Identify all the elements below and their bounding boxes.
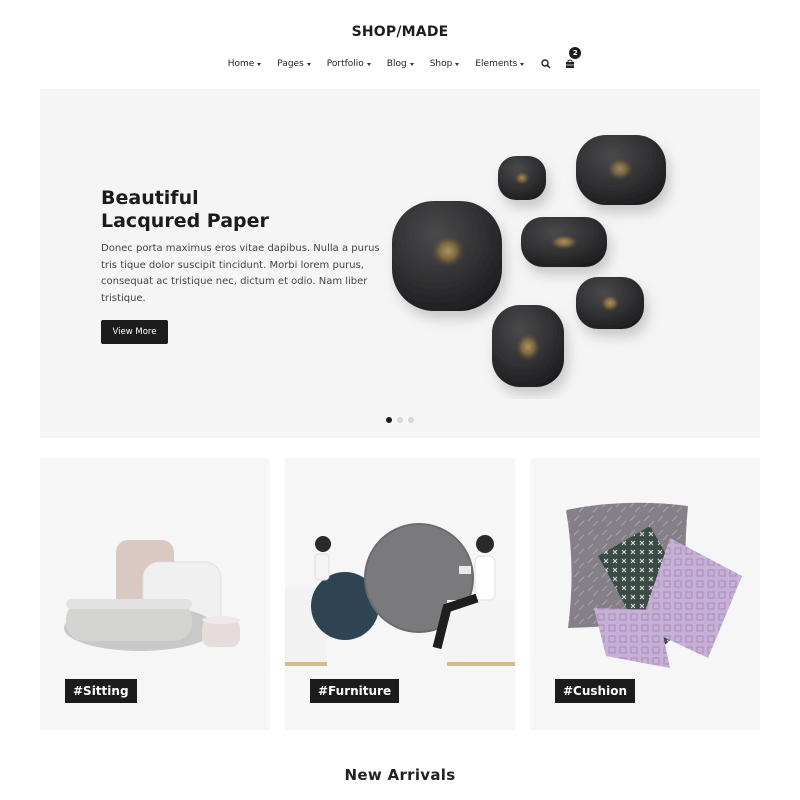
- hero-description: Donec porta maximus eros vitae dapibus. …: [101, 243, 380, 304]
- category-tag: #Cushion: [555, 679, 635, 703]
- hero-image: [392, 135, 666, 387]
- nav-item-pages[interactable]: Pages: [269, 59, 318, 69]
- nav-item-blog[interactable]: Blog: [379, 59, 422, 69]
- category-card-cushion[interactable]: #Cushion: [530, 458, 760, 730]
- view-more-button[interactable]: View More: [101, 320, 168, 344]
- slider-dot[interactable]: [397, 417, 403, 423]
- caret-down-icon: [409, 62, 414, 66]
- main-nav: Home Pages Portfolio Blog Shop Elements …: [0, 47, 800, 71]
- site-logo[interactable]: SHOP/MADE: [0, 24, 800, 40]
- category-tag: #Sitting: [65, 679, 137, 703]
- nav-item-shop[interactable]: Shop: [422, 59, 468, 69]
- category-tag: #Furniture: [310, 679, 400, 703]
- caret-down-icon: [306, 62, 311, 66]
- caret-down-icon: [520, 62, 525, 66]
- nav-label: Portfolio: [326, 59, 364, 69]
- caret-down-icon: [366, 62, 371, 66]
- category-card-furniture[interactable]: #Furniture: [285, 458, 515, 730]
- caret-down-icon: [257, 62, 262, 66]
- hero-title-line: Lacqured Paper: [101, 210, 269, 232]
- caret-down-icon: [455, 62, 460, 66]
- nav-label: Shop: [429, 59, 453, 69]
- hero-title-line: Beautiful: [101, 187, 199, 209]
- hero-title: Beautiful Lacqured Paper: [101, 187, 321, 233]
- cart-icon[interactable]: 2: [560, 47, 582, 71]
- nav-item-elements[interactable]: Elements: [467, 59, 532, 69]
- new-arrivals-title: New Arrivals: [344, 766, 456, 784]
- nav-label: Pages: [277, 59, 304, 69]
- slider-dot[interactable]: [408, 417, 414, 423]
- nav-item-home[interactable]: Home: [220, 59, 270, 69]
- nav-item-portfolio[interactable]: Portfolio: [319, 59, 379, 69]
- slider-dots: [386, 417, 414, 423]
- nav-label: Home: [227, 59, 255, 69]
- search-icon[interactable]: [536, 57, 556, 71]
- cart-count-badge: 2: [569, 47, 582, 59]
- slider-dot[interactable]: [386, 417, 392, 423]
- category-card-sitting[interactable]: #Sitting: [40, 458, 270, 730]
- nav-label: Blog: [386, 59, 407, 69]
- nav-label: Elements: [475, 59, 518, 69]
- hero-slider: Beautiful Lacqured Paper Donec porta max…: [40, 89, 760, 438]
